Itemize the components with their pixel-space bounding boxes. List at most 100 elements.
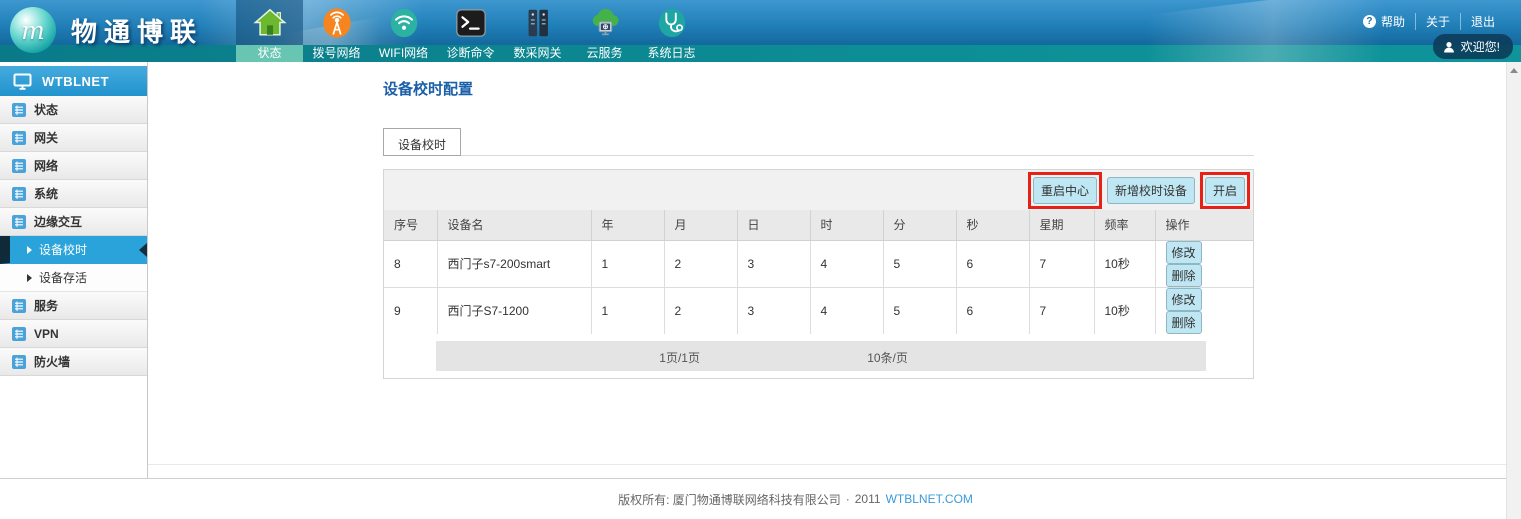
sidebar-item-service[interactable]: 服务 — [0, 292, 147, 320]
cell-actions: 修改删除 — [1155, 287, 1253, 334]
edit-button[interactable]: 修改 — [1166, 288, 1202, 311]
sidebar-item-firewall[interactable]: 防火墙 — [0, 348, 147, 376]
top-nav-label: 诊断命令 — [437, 45, 504, 62]
help-label: 帮助 — [1381, 13, 1405, 30]
app-header: m 物通博联 状态 拨号网络 — [0, 0, 1521, 62]
sidebar-item-label: 边缘交互 — [34, 213, 82, 230]
top-nav-label: 云服务 — [571, 45, 638, 62]
cell-actions: 修改删除 — [1155, 240, 1253, 287]
top-nav-label: 拨号网络 — [303, 45, 370, 62]
data-gateway-icon — [521, 6, 555, 40]
col-header: 频率 — [1094, 210, 1155, 240]
wifi-icon — [387, 6, 421, 40]
monitor-icon — [13, 73, 32, 90]
top-nav-diagnostic-command[interactable]: 诊断命令 — [437, 0, 504, 62]
cell-device-name: 西门子s7-200smart — [437, 240, 591, 287]
page-size: 10条/页 — [867, 349, 908, 366]
table-row: 8 西门子s7-200smart 1 2 3 4 5 6 7 10秒 修改删除 — [384, 240, 1253, 287]
top-nav-label: 状态 — [236, 45, 303, 62]
list-icon — [12, 355, 26, 369]
enable-button[interactable]: 开启 — [1205, 177, 1245, 204]
footer-separator: · — [846, 492, 850, 506]
annotation-box-restart: 重启中心 — [1028, 172, 1102, 209]
list-icon — [12, 187, 26, 201]
top-nav-data-gateway[interactable]: 数采网关 — [504, 0, 571, 62]
col-header: 操作 — [1155, 210, 1253, 240]
header-utility-links: ? 帮助 关于 退出 — [1353, 13, 1505, 30]
sidebar-item-device-timing[interactable]: 设备校时 — [0, 236, 147, 264]
sidebar-item-network[interactable]: 网络 — [0, 152, 147, 180]
col-header: 秒 — [956, 210, 1029, 240]
cell-frequency: 10秒 — [1094, 287, 1155, 334]
device-timing-table: 序号 设备名 年 月 日 时 分 秒 星期 频率 操作 — [384, 210, 1253, 334]
edit-button[interactable]: 修改 — [1166, 241, 1202, 264]
cell-second: 6 — [956, 287, 1029, 334]
brand-logo: m 物通博联 — [10, 7, 203, 53]
cell-minute: 5 — [883, 287, 956, 334]
welcome-badge[interactable]: 欢迎您! — [1433, 34, 1513, 59]
pagination-row: 1页/1页 10条/页 — [384, 334, 1253, 378]
top-nav-status[interactable]: 状态 — [236, 0, 303, 62]
copyright-text: 版权所有: 厦门物通博联网络科技有限公司 — [618, 491, 841, 508]
page-title: 设备校时配置 — [383, 78, 1521, 99]
brand-name: 物通博联 — [71, 12, 203, 49]
top-nav-system-log[interactable]: 系统日志 — [638, 0, 705, 62]
arrow-right-icon — [27, 246, 32, 254]
about-link[interactable]: 关于 — [1415, 13, 1460, 30]
toolbar: 重启中心 新增校时设备 开启 — [384, 170, 1253, 210]
sidebar-item-label: 设备校时 — [39, 241, 87, 258]
sidebar-item-edge-interaction[interactable]: 边缘交互 — [0, 208, 147, 236]
cell-year: 1 — [591, 287, 664, 334]
vertical-scrollbar[interactable] — [1506, 62, 1521, 519]
help-link[interactable]: ? 帮助 — [1353, 13, 1415, 30]
brand-sphere-icon: m — [10, 7, 56, 53]
sidebar-item-label: 服务 — [34, 297, 58, 314]
delete-button[interactable]: 删除 — [1166, 311, 1202, 334]
list-icon — [12, 215, 26, 229]
footer-site-link[interactable]: WTBLNET.COM — [886, 492, 973, 506]
cell-index: 8 — [384, 240, 437, 287]
cell-week: 7 — [1029, 287, 1094, 334]
sidebar-item-system[interactable]: 系统 — [0, 180, 147, 208]
delete-button[interactable]: 删除 — [1166, 264, 1202, 287]
col-header: 分 — [883, 210, 956, 240]
cell-week: 7 — [1029, 240, 1094, 287]
logout-link[interactable]: 退出 — [1460, 13, 1505, 30]
top-nav-label: 数采网关 — [504, 45, 571, 62]
cell-hour: 4 — [810, 240, 883, 287]
cell-day: 3 — [737, 240, 810, 287]
sidebar-item-label: 网络 — [34, 157, 58, 174]
top-nav-dial-network[interactable]: 拨号网络 — [303, 0, 370, 62]
cell-index: 9 — [384, 287, 437, 334]
sidebar-item-vpn[interactable]: VPN — [0, 320, 147, 348]
sidebar-title-bar: WTBLNET — [0, 66, 147, 96]
sidebar-item-label: 设备存活 — [39, 269, 87, 286]
cell-second: 6 — [956, 240, 1029, 287]
sidebar-item-device-alive[interactable]: 设备存活 — [0, 264, 147, 292]
top-nav-wifi-network[interactable]: WIFI网络 — [370, 0, 437, 62]
sidebar-item-status[interactable]: 状态 — [0, 96, 147, 124]
col-header: 月 — [664, 210, 737, 240]
cell-hour: 4 — [810, 287, 883, 334]
list-icon — [12, 131, 26, 145]
home-icon — [253, 6, 287, 40]
tab-device-timing[interactable]: 设备校时 — [383, 128, 461, 156]
col-header: 日 — [737, 210, 810, 240]
sidebar-item-gateway[interactable]: 网关 — [0, 124, 147, 152]
terminal-icon — [454, 6, 488, 40]
footer: 版权所有: 厦门物通博联网络科技有限公司 · 2011 WTBLNET.COM — [0, 478, 1521, 519]
annotation-box-enable: 开启 — [1200, 172, 1250, 209]
cell-month: 2 — [664, 240, 737, 287]
add-timing-device-button[interactable]: 新增校时设备 — [1107, 177, 1195, 204]
restart-center-button[interactable]: 重启中心 — [1033, 177, 1097, 204]
person-icon — [1443, 41, 1455, 53]
sidebar-title: WTBLNET — [42, 74, 109, 89]
list-icon — [12, 103, 26, 117]
top-nav-cloud-service[interactable]: 云服务 — [571, 0, 638, 62]
list-icon — [12, 327, 26, 341]
cell-month: 2 — [664, 287, 737, 334]
pagination-bar[interactable]: 1页/1页 10条/页 — [436, 341, 1206, 371]
col-header: 设备名 — [437, 210, 591, 240]
header-teal-band — [0, 45, 1521, 62]
device-timing-card: 重启中心 新增校时设备 开启 序号 — [383, 169, 1254, 379]
